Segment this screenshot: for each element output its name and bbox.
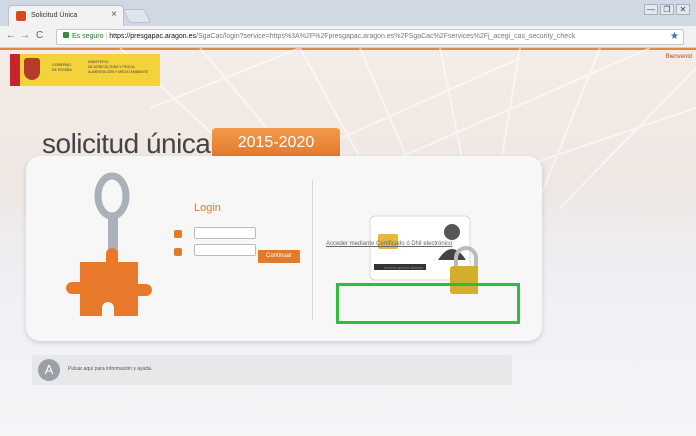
user-icon — [174, 230, 182, 238]
window-controls: — ❐ ✕ — [644, 4, 690, 15]
card-name: Nombre Apellido Nombre — [384, 266, 424, 270]
tab-title: Solicitud Única — [31, 12, 78, 19]
login-title: Login — [194, 202, 221, 214]
help-text: Pulsar aquí para información y ayuda. — [68, 366, 153, 372]
ministry-text: MINISTERIO DE AGRICULTURA Y PESCA, ALIME… — [88, 60, 149, 74]
certificate-login-link[interactable]: Acceder mediante Certificado ó DNI elect… — [326, 241, 452, 247]
years-tab: 2015-2020 — [212, 128, 340, 158]
logo-text: GOBIERNO DE ESPAÑA — [52, 63, 72, 72]
flag-icon — [10, 54, 20, 86]
coat-of-arms-icon — [24, 58, 40, 80]
star-icon[interactable]: ★ — [670, 30, 679, 44]
browser-tab[interactable]: Solicitud Única × — [8, 5, 124, 26]
key-puzzle-icon — [66, 172, 152, 316]
new-tab-button[interactable] — [122, 9, 152, 23]
close-tab-icon[interactable]: × — [111, 9, 117, 20]
reload-button[interactable]: C — [36, 30, 43, 41]
help-bar[interactable]: A Pulsar aquí para información y ayuda. — [32, 355, 512, 385]
page: GOBIERNO DE ESPAÑA MINISTERIO DE AGRICUL… — [0, 48, 696, 436]
back-button[interactable]: ← — [6, 30, 16, 41]
continue-button[interactable]: Continuar — [258, 250, 300, 263]
password-field[interactable] — [194, 244, 256, 256]
address-bar: ← → C Es seguro | https://presgapac.arag… — [0, 26, 696, 48]
username-field[interactable] — [194, 227, 256, 239]
secure-label: Es seguro — [72, 33, 104, 40]
close-window-button[interactable]: ✕ — [676, 4, 690, 15]
welcome-text: Bienvenid — [665, 54, 692, 60]
government-logo: GOBIERNO DE ESPAÑA MINISTERIO DE AGRICUL… — [10, 54, 160, 86]
url-input[interactable]: Es seguro | https://presgapac.aragon.es/… — [56, 29, 684, 45]
url-path: /SgaCac/login?service=https%3A%2F%2Fpres… — [196, 33, 576, 40]
minimize-button[interactable]: — — [644, 4, 658, 15]
browser-tabbar: Solicitud Única × — ❐ ✕ — [0, 0, 696, 26]
maximize-button[interactable]: ❐ — [660, 4, 674, 15]
info-icon: A — [38, 359, 60, 381]
panel-divider — [312, 180, 313, 320]
highlight-box — [336, 283, 520, 324]
lock-icon — [63, 32, 69, 38]
url-host: https://presgapac.aragon.es — [109, 33, 197, 40]
forward-button[interactable]: → — [20, 30, 30, 41]
padlock-icon — [174, 248, 182, 256]
favicon-icon — [16, 11, 26, 21]
